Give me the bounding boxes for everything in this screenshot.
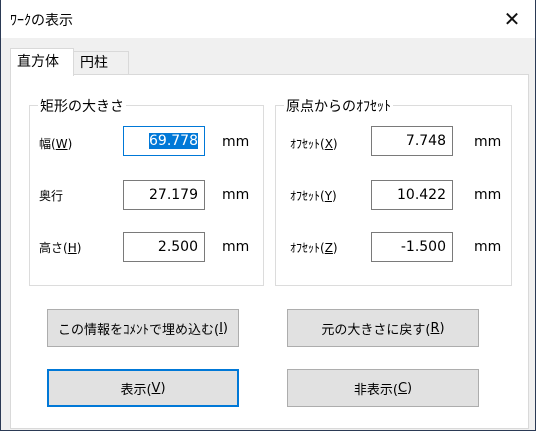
offset-x-input[interactable]: 7.748 <box>371 126 453 156</box>
depth-input[interactable]: 27.179 <box>123 180 205 210</box>
offset-x-label: ｵﾌｾｯﾄ(X) <box>290 137 338 151</box>
width-unit: mm <box>222 134 250 150</box>
show-button[interactable]: 表示(V) <box>47 369 239 407</box>
offset-z-input[interactable]: -1.500 <box>371 232 453 262</box>
dialog-window: ﾜｰｸの表示 ✕ 直方体 円柱 矩形の大きさ 原点からのｵﾌｾｯﾄ 幅(W) 6… <box>0 0 536 431</box>
offset-z-unit: mm <box>474 239 502 255</box>
embed-comment-button[interactable]: この情報をｺﾒﾝﾄで埋め込む(I) <box>47 309 239 347</box>
offset-y-input[interactable]: 10.422 <box>371 180 453 210</box>
reset-size-button[interactable]: 元の大きさに戻す(R) <box>287 309 479 347</box>
title-bar: ﾜｰｸの表示 ✕ <box>1 0 535 38</box>
hide-button[interactable]: 非表示(C) <box>287 369 479 407</box>
width-input[interactable]: 69.778 <box>123 126 205 156</box>
window-title: ﾜｰｸの表示 <box>10 13 73 29</box>
depth-unit: mm <box>222 187 250 203</box>
offset-z-label: ｵﾌｾｯﾄ(Z) <box>290 241 338 255</box>
height-unit: mm <box>222 239 250 255</box>
tab-panel: 矩形の大きさ 原点からのｵﾌｾｯﾄ 幅(W) 69.778 mm 奥行 27.1… <box>10 74 529 429</box>
offset-y-label: ｵﾌｾｯﾄ(Y) <box>290 189 337 203</box>
offset-x-unit: mm <box>474 134 502 150</box>
depth-label: 奥行 <box>39 189 64 203</box>
width-label: 幅(W) <box>39 137 73 151</box>
tab-cylinder[interactable]: 円柱 <box>73 51 129 75</box>
close-icon[interactable]: ✕ <box>489 0 535 38</box>
offset-y-unit: mm <box>474 187 502 203</box>
size-group-legend: 矩形の大きさ <box>38 96 126 116</box>
height-input[interactable]: 2.500 <box>123 232 205 262</box>
offset-group-legend: 原点からのｵﾌｾｯﾄ <box>284 96 393 116</box>
height-label: 高さ(H) <box>39 241 82 255</box>
tab-cuboid[interactable]: 直方体 <box>10 48 74 76</box>
